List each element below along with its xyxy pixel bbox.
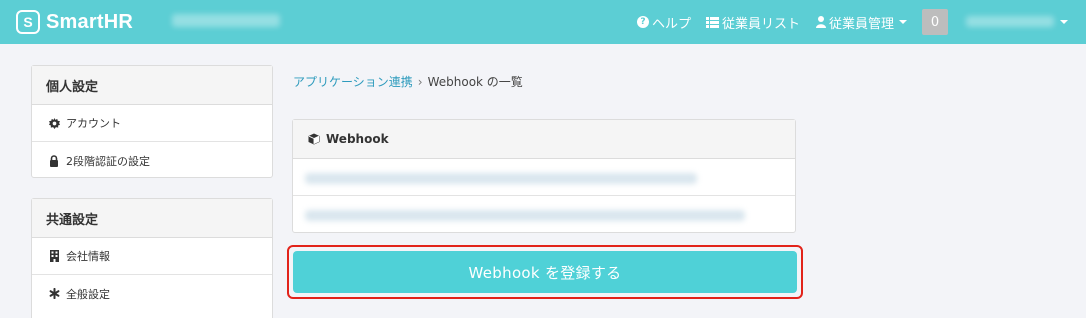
personal-settings-title: 個人設定 — [32, 66, 272, 105]
webhook-item-blurred — [305, 210, 745, 221]
building-icon — [48, 250, 60, 262]
sidebar-item-company-info[interactable]: 会社情報 — [32, 238, 272, 275]
sidebar-item-label: 2段階認証の設定 — [66, 154, 150, 168]
breadcrumb: アプリケーション連携 › Webhook の一覧 — [293, 73, 523, 90]
asterisk-icon — [48, 288, 60, 299]
webhook-list-panel: Webhook — [292, 119, 796, 233]
user-icon — [816, 16, 826, 28]
employee-list-label: 従業員リスト — [722, 16, 801, 32]
logo-mark: S — [16, 10, 40, 34]
breadcrumb-current: Webhook の一覧 — [427, 75, 523, 89]
chevron-down-icon[interactable] — [1060, 20, 1068, 24]
user-name-blurred[interactable] — [966, 16, 1054, 27]
webhook-list-item[interactable] — [293, 159, 795, 196]
sidebar-item-2fa[interactable]: 2段階認証の設定 — [32, 142, 272, 179]
question-circle-icon: ? — [637, 16, 649, 28]
gear-icon — [48, 117, 60, 129]
logo-text: SmartHR — [46, 10, 133, 33]
webhook-list-item[interactable] — [293, 196, 795, 233]
sidebar-item-account[interactable]: アカウント — [32, 105, 272, 142]
cube-icon — [308, 133, 320, 145]
top-navbar: S SmartHR ? ヘルプ 従業員リスト 従業員管理 0 — [0, 0, 1086, 44]
sidebar-item-label: アカウント — [66, 117, 121, 130]
chevron-down-icon — [899, 20, 908, 24]
register-webhook-button[interactable]: Webhook を登録する — [293, 251, 797, 293]
company-name-blurred — [172, 14, 280, 27]
employee-manage-label: 従業員管理 — [829, 16, 895, 32]
webhook-panel-heading: Webhook — [293, 120, 795, 159]
webhook-item-blurred — [305, 173, 697, 184]
smarthr-logo[interactable]: S SmartHR — [16, 9, 133, 35]
list-icon — [706, 16, 719, 28]
help-link[interactable]: ? ヘルプ — [637, 0, 691, 44]
sidebar-item-label: 会社情報 — [66, 250, 110, 263]
sidebar-item-general-settings[interactable]: 全般設定 — [32, 275, 272, 312]
employee-list-link[interactable]: 従業員リスト — [706, 0, 800, 44]
common-settings-title: 共通設定 — [32, 199, 272, 238]
common-settings-panel: 共通設定 会社情報 全般設定 — [31, 198, 273, 318]
breadcrumb-separator: › — [417, 74, 423, 89]
help-label: ヘルプ — [652, 16, 692, 32]
lock-icon — [48, 154, 60, 167]
sidebar-item-label: 全般設定 — [66, 287, 110, 301]
notification-badge[interactable]: 0 — [922, 9, 948, 35]
breadcrumb-app-integration-link[interactable]: アプリケーション連携 — [293, 73, 413, 90]
employee-manage-dropdown[interactable]: 従業員管理 — [816, 0, 908, 44]
personal-settings-panel: 個人設定 アカウント 2段階認証の設定 — [31, 65, 273, 178]
webhook-panel-title: Webhook — [326, 132, 389, 146]
